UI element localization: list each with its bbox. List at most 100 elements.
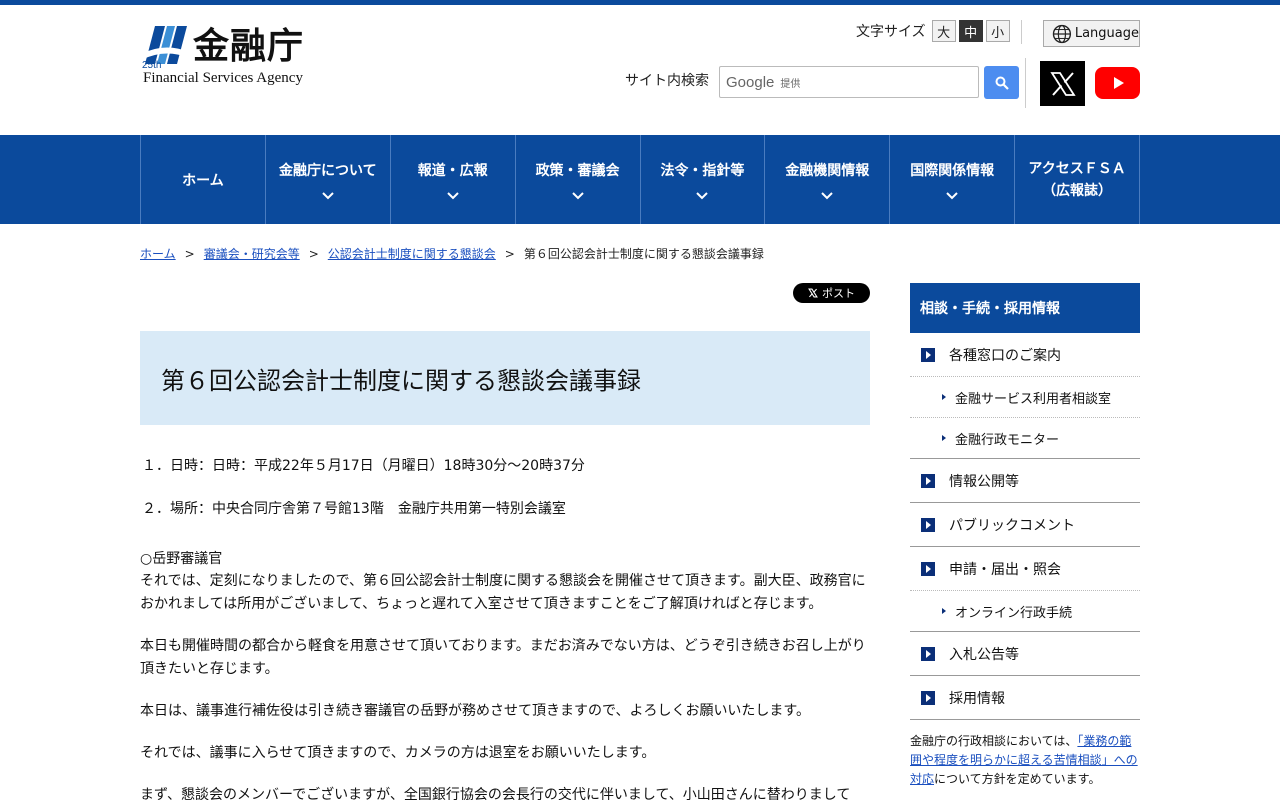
logo-english-name: Financial Services Agency bbox=[143, 70, 303, 86]
top-accent-bar bbox=[0, 0, 1280, 5]
nav-access-fsa-label: アクセスＦＳＡ bbox=[1028, 160, 1126, 177]
chevron-down-icon bbox=[322, 191, 334, 199]
sidebar-sub-label: 金融サービス利用者相談室 bbox=[955, 391, 1112, 407]
nav-about-label: 金融庁について bbox=[279, 162, 377, 179]
chevron-down-icon bbox=[446, 191, 459, 199]
x-post-button[interactable]: ポスト bbox=[793, 283, 870, 303]
nav-international-label: 国際関係情報 bbox=[910, 162, 995, 179]
page-title: 第６回公認会計士制度に関する懇談会議事録 bbox=[161, 366, 641, 395]
sidebar-item-label: 申請・届出・照会 bbox=[949, 561, 1061, 578]
sidebar-note-text: 金融庁の行政相談においては、 bbox=[910, 734, 1078, 748]
breadcrumb-separator: > bbox=[504, 247, 515, 261]
nav-policy-label: 政策・審議会 bbox=[535, 162, 620, 179]
paragraph: まず、懇談会のメンバーでございますが、全国銀行協会の会長行の交代に伴いまして、小… bbox=[140, 787, 851, 800]
nav-institutions-label: 金融機関情報 bbox=[785, 162, 870, 179]
chevron-down-icon bbox=[821, 191, 834, 199]
sidebar-item-nyusatsu[interactable]: 入札公告等 bbox=[910, 632, 1140, 676]
nav-policy[interactable]: 政策・審議会 bbox=[516, 135, 641, 224]
language-label: Language bbox=[1074, 26, 1139, 41]
fsa-logo[interactable]: 25th 金融庁 Financial Services Agency bbox=[141, 22, 341, 92]
google-brand-text: Google bbox=[726, 73, 775, 91]
font-size-medium-button[interactable]: 中 bbox=[958, 20, 983, 42]
sidebar-item-label: パブリックコメント bbox=[949, 517, 1075, 534]
arrow-box-icon bbox=[921, 690, 935, 705]
search-button[interactable] bbox=[984, 66, 1019, 99]
sidebar-sub-online[interactable]: オンライン行政手続 bbox=[910, 591, 1140, 632]
search-provided-text: 提供 bbox=[780, 78, 801, 90]
arrow-box-icon bbox=[921, 561, 935, 576]
x-twitter-link[interactable] bbox=[1040, 61, 1085, 106]
page-title-box: 第６回公認会計士制度に関する懇談会議事録 bbox=[140, 331, 870, 425]
breadcrumb-home-link[interactable]: ホーム bbox=[140, 247, 176, 261]
youtube-link[interactable] bbox=[1095, 67, 1140, 99]
x-post-label: ポスト bbox=[822, 287, 855, 300]
nav-about[interactable]: 金融庁について bbox=[266, 135, 391, 224]
chevron-down-icon bbox=[946, 191, 958, 199]
x-logo-icon bbox=[1049, 71, 1076, 96]
arrow-box-icon bbox=[921, 646, 935, 661]
triangle-right-icon bbox=[942, 608, 946, 614]
global-navigation: ホーム 金融庁について 報道・広報 政策・審議会 法令・指針等 金融機関情報 国… bbox=[0, 135, 1280, 224]
font-size-small-button[interactable]: 小 bbox=[985, 20, 1010, 42]
chevron-down-icon bbox=[696, 191, 709, 199]
sidebar-item-label: 各種窓口のご案内 bbox=[949, 347, 1061, 364]
sidebar-sub-label: 金融行政モニター bbox=[955, 432, 1060, 448]
nav-institutions[interactable]: 金融機関情報 bbox=[765, 135, 891, 224]
paragraph: それでは、議事に入らせて頂きますので、カメラの方は退室をお願いいたします。 bbox=[140, 745, 656, 761]
sidebar-item-shinsei[interactable]: 申請・届出・照会 bbox=[910, 547, 1140, 591]
sidebar: 相談・手続・採用情報 各種窓口のご案内 金融サービス利用者相談室 金融行政モニタ… bbox=[910, 283, 1140, 789]
breadcrumb-current: 第６回公認会計士制度に関する懇談会議事録 bbox=[523, 247, 764, 261]
paragraph: 本日は、議事進行補佐役は引き続き審議官の岳野が務めさせて頂きますので、よろしくお… bbox=[140, 703, 811, 719]
triangle-right-icon bbox=[942, 435, 946, 441]
triangle-right-icon bbox=[942, 394, 946, 400]
nav-access-fsa[interactable]: アクセスＦＳＡ （広報誌） bbox=[1015, 135, 1140, 224]
meeting-datetime: １．日時：日時：平成22年５月17日（月曜日）18時30分～20時37分 bbox=[142, 458, 585, 474]
meeting-location: ２．場所：中央合同庁舎第７号館13階 金融庁共用第一特別会議室 bbox=[142, 501, 566, 517]
sidebar-item-label: 入札公告等 bbox=[949, 646, 1019, 663]
nav-press-label: 報道・広報 bbox=[417, 162, 488, 179]
nav-laws[interactable]: 法令・指針等 bbox=[641, 135, 766, 224]
sidebar-note-text: について方針を定めています。 bbox=[934, 772, 1101, 786]
fsa-logo-mark-icon: 25th bbox=[141, 26, 189, 70]
globe-icon bbox=[1052, 24, 1072, 43]
nav-laws-label: 法令・指針等 bbox=[660, 162, 745, 179]
sidebar-item-label: 情報公開等 bbox=[949, 473, 1019, 490]
sidebar-item-public-comment[interactable]: パブリックコメント bbox=[910, 503, 1140, 547]
nav-home-label: ホーム bbox=[182, 172, 224, 189]
header-divider bbox=[1021, 20, 1022, 44]
logo-badge: 25th bbox=[142, 60, 161, 70]
header-divider bbox=[1025, 58, 1026, 108]
sidebar-sub-label: オンライン行政手続 bbox=[955, 605, 1073, 621]
sidebar-item-label: 採用情報 bbox=[949, 690, 1005, 707]
sidebar-sub-monitor[interactable]: 金融行政モニター bbox=[910, 418, 1140, 459]
language-button[interactable]: Language bbox=[1043, 20, 1140, 47]
sidebar-item-madoguchi[interactable]: 各種窓口のご案内 bbox=[910, 333, 1140, 377]
breadcrumb-cpa-council-link[interactable]: 公認会計士制度に関する懇談会 bbox=[328, 247, 496, 261]
font-size-large-button[interactable]: 大 bbox=[931, 20, 956, 42]
site-search-label: サイト内検索 bbox=[625, 73, 709, 89]
breadcrumb-separator: > bbox=[184, 247, 195, 261]
sidebar-item-joho[interactable]: 情報公開等 bbox=[910, 459, 1140, 503]
nav-international[interactable]: 国際関係情報 bbox=[890, 135, 1016, 224]
nav-home[interactable]: ホーム bbox=[141, 135, 266, 224]
arrow-box-icon bbox=[921, 347, 935, 362]
search-icon bbox=[995, 76, 1009, 90]
font-size-control: 文字サイズ 大 中 小 bbox=[856, 20, 1013, 42]
x-logo-icon bbox=[808, 288, 818, 298]
nav-access-fsa-sublabel: （広報誌） bbox=[1042, 182, 1113, 199]
breadcrumb-councils-link[interactable]: 審議会・研究会等 bbox=[204, 247, 300, 261]
paragraph: それでは、定刻になりましたので、第６回公認会計士制度に関する懇談会を開催させて頂… bbox=[140, 573, 866, 612]
sidebar-sub-soudan[interactable]: 金融サービス利用者相談室 bbox=[910, 377, 1140, 418]
site-search-input[interactable]: Google 提供 bbox=[719, 66, 979, 98]
sidebar-heading: 相談・手続・採用情報 bbox=[910, 283, 1140, 333]
breadcrumb: ホーム > 審議会・研究会等 > 公認会計士制度に関する懇談会 > 第６回公認会計士制度に関… bbox=[140, 245, 764, 262]
sidebar-item-saiyo[interactable]: 採用情報 bbox=[910, 676, 1140, 720]
logo-text: 金融庁 bbox=[193, 25, 305, 67]
font-size-label: 文字サイズ bbox=[856, 24, 926, 40]
sidebar-note: 金融庁の行政相談においては、「業務の範囲や程度を明らかに超える苦情相談」への対応… bbox=[910, 732, 1140, 789]
speaker-name: ○岳野審議官 bbox=[140, 551, 223, 567]
breadcrumb-separator: > bbox=[308, 247, 319, 261]
chevron-down-icon bbox=[571, 191, 584, 199]
nav-press[interactable]: 報道・広報 bbox=[391, 135, 516, 224]
arrow-box-icon bbox=[921, 517, 935, 532]
